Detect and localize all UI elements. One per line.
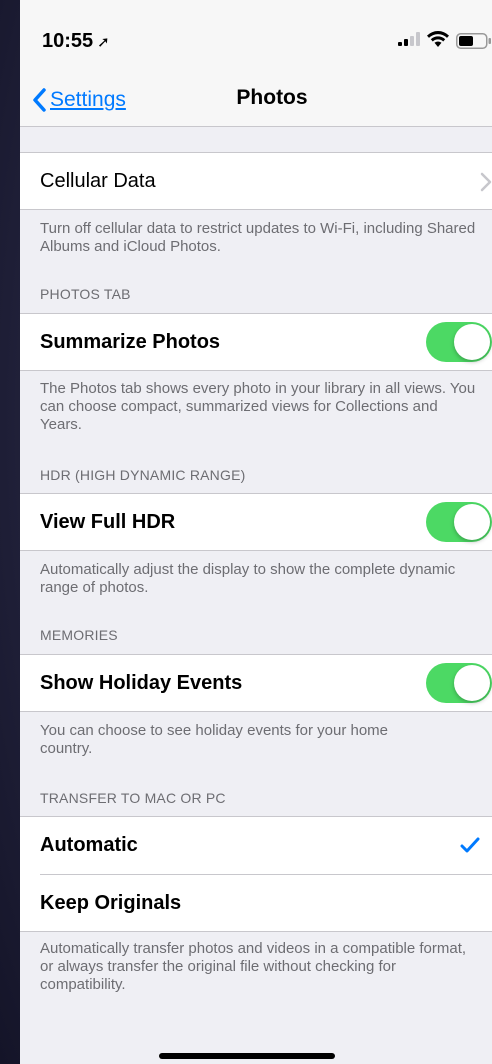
- show-holiday-events-toggle[interactable]: [426, 663, 492, 703]
- transfer-options-group: Automatic Keep Originals: [20, 816, 492, 932]
- memories-header: MEMORIES: [40, 627, 118, 643]
- home-indicator[interactable]: [159, 1053, 335, 1059]
- battery-icon: [456, 33, 491, 49]
- transfer-option-label: Keep Originals: [40, 892, 182, 914]
- toggle-knob: [454, 665, 490, 701]
- transfer-option-keep-originals[interactable]: Keep Originals: [20, 875, 492, 932]
- cellular-footer: Turn off cellular data to restrict updat…: [40, 220, 476, 255]
- cellular-data-label: Cellular Data: [40, 170, 156, 192]
- transfer-option-label: Automatic: [40, 834, 138, 856]
- wifi-icon: [427, 31, 449, 47]
- show-holiday-events-label: Show Holiday Events: [40, 672, 243, 694]
- photos-tab-header: PHOTOS TAB: [40, 286, 131, 302]
- back-button-label: Settings: [50, 88, 126, 111]
- toggle-knob: [454, 504, 490, 540]
- show-holiday-events-row: Show Holiday Events: [20, 654, 492, 712]
- photos-tab-footer: The Photos tab shows every photo in your…: [40, 380, 476, 433]
- transfer-option-automatic[interactable]: Automatic: [20, 817, 492, 874]
- chevron-right-icon: [480, 172, 492, 192]
- hdr-header: HDR (HIGH DYNAMIC RANGE): [40, 467, 246, 483]
- chevron-left-icon: [33, 88, 46, 112]
- summarize-photos-row: Summarize Photos: [20, 313, 492, 371]
- cellular-signal-icon: [398, 32, 420, 46]
- view-full-hdr-toggle[interactable]: [426, 502, 492, 542]
- summarize-photos-toggle[interactable]: [426, 322, 492, 362]
- checkmark-icon: [460, 837, 480, 853]
- transfer-footer: Automatically transfer photos and videos…: [40, 940, 467, 993]
- page-title: Photos: [236, 86, 308, 109]
- status-time-text: 10:55: [42, 30, 94, 52]
- view-full-hdr-row: View Full HDR: [20, 493, 492, 551]
- location-arrow-icon: ➚: [97, 34, 110, 51]
- summarize-photos-label: Summarize Photos: [40, 331, 221, 353]
- back-button[interactable]: Settings: [32, 82, 126, 118]
- status-time: 10:55 ➚: [42, 30, 110, 53]
- hdr-footer: Automatically adjust the display to show…: [40, 561, 456, 596]
- navigation-bar: Settings Photos: [20, 78, 492, 127]
- view-full-hdr-label: View Full HDR: [40, 511, 176, 533]
- toggle-knob: [454, 324, 490, 360]
- status-bar: 10:55 ➚: [20, 0, 492, 78]
- cellular-data-row[interactable]: Cellular Data: [20, 152, 492, 210]
- transfer-header: TRANSFER TO MAC OR PC: [40, 790, 226, 806]
- settings-screen: 10:55 ➚ Settings Photos Cellular Data Tu…: [20, 0, 492, 1064]
- memories-footer: You can choose to see holiday events for…: [40, 722, 389, 757]
